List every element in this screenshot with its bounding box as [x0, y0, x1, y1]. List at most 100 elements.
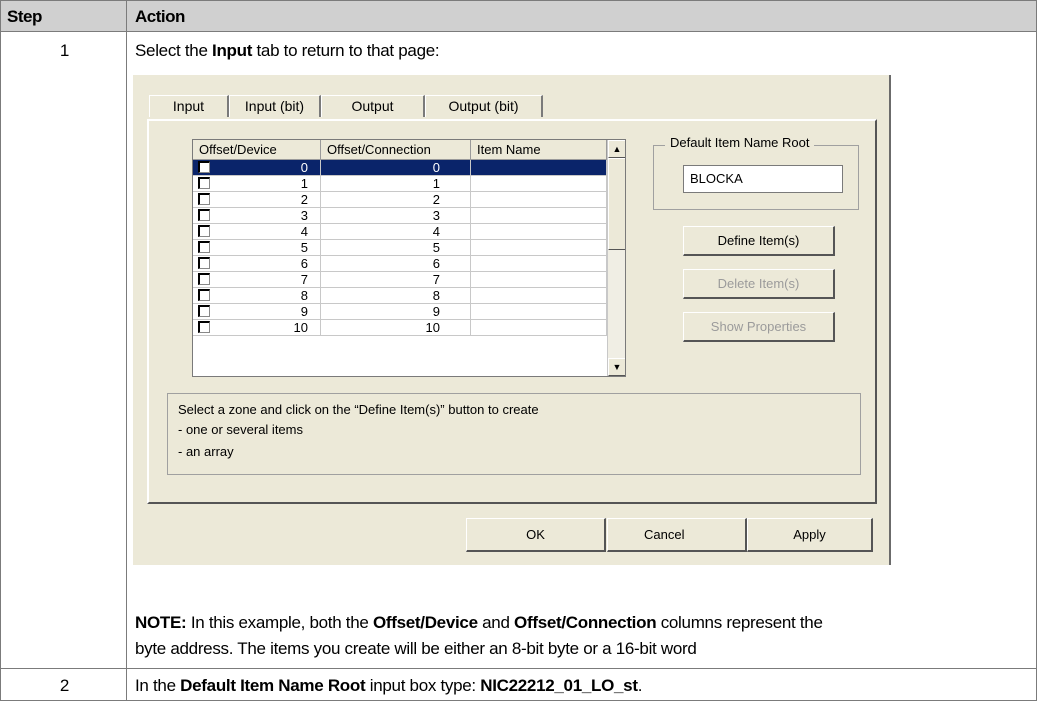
item-name-cell[interactable] [471, 192, 607, 208]
offset-device-cell[interactable]: 7 [193, 272, 321, 288]
scroll-up-arrow-icon[interactable]: ▲ [608, 140, 625, 158]
step-header-label: Step [7, 7, 42, 26]
row-checkbox-icon[interactable] [198, 305, 210, 317]
row-checkbox-icon[interactable] [198, 177, 210, 189]
offset-connection-cell[interactable]: 1 [321, 176, 471, 192]
offset-device-cell[interactable]: 4 [193, 224, 321, 240]
item-name-cell[interactable] [471, 256, 607, 272]
offset-connection-cell[interactable]: 7 [321, 272, 471, 288]
note-bold: Offset/Connection [514, 613, 657, 632]
item-name-cell[interactable] [471, 208, 607, 224]
item-name-cell[interactable] [471, 304, 607, 320]
table-row[interactable]: 22 [193, 192, 607, 208]
offset-connection-cell[interactable]: 10 [321, 320, 471, 336]
offset-connection-cell[interactable]: 4 [321, 224, 471, 240]
item-name-cell[interactable] [471, 272, 607, 288]
offset-connection-cell[interactable]: 6 [321, 256, 471, 272]
note-text: columns represent the [656, 613, 823, 632]
offset-device-cell[interactable]: 9 [193, 304, 321, 320]
row-checkbox-icon[interactable] [198, 241, 210, 253]
column-header-item-name[interactable]: Item Name [471, 140, 607, 160]
define-items-button[interactable]: Define Item(s) [683, 226, 835, 256]
table-row[interactable]: 33 [193, 208, 607, 224]
note-text: In this example, both the [186, 613, 373, 632]
hint-line-2: - one or several items [178, 422, 303, 437]
step-cell-2: 2 [0, 668, 127, 701]
step-column-header: Step [0, 0, 127, 32]
instruction-bold: Input [212, 41, 253, 60]
row-checkbox-icon[interactable] [198, 161, 210, 173]
offset-device-cell[interactable]: 1 [193, 176, 321, 192]
table-row[interactable]: 00 [193, 160, 607, 176]
step-number-2: 2 [59, 676, 70, 695]
row-checkbox-icon[interactable] [198, 289, 210, 301]
tab-input-label: Input [172, 98, 205, 114]
note-line-1: NOTE: In this example, both the Offset/D… [135, 610, 823, 636]
row-checkbox-icon[interactable] [198, 257, 210, 269]
item-name-cell[interactable] [471, 224, 607, 240]
item-name-cell[interactable] [471, 288, 607, 304]
row-checkbox-icon[interactable] [198, 273, 210, 285]
cancel-button[interactable]: Cancel [607, 518, 747, 552]
table-row[interactable]: 11 [193, 176, 607, 192]
offset-device-cell[interactable]: 0 [193, 160, 321, 176]
tab-input-bit-label: Input (bit) [244, 98, 305, 114]
table-row[interactable]: 55 [193, 240, 607, 256]
item-name-cell[interactable] [471, 240, 607, 256]
table-row[interactable]: 88 [193, 288, 607, 304]
offset-connection-cell[interactable]: 8 [321, 288, 471, 304]
column-header-offset-device[interactable]: Offset/Device [193, 140, 321, 160]
grid-scrollbar[interactable]: ▲ ▼ [607, 140, 625, 376]
tab-input[interactable]: Input [149, 95, 229, 117]
ok-button[interactable]: OK [466, 518, 606, 552]
offset-connection-cell[interactable]: 0 [321, 160, 471, 176]
table-row[interactable]: 99 [193, 304, 607, 320]
table-row[interactable]: 44 [193, 224, 607, 240]
offset-device-cell[interactable]: 5 [193, 240, 321, 256]
scroll-down-arrow-icon[interactable]: ▼ [608, 358, 625, 376]
column-header-offset-connection[interactable]: Offset/Connection [321, 140, 471, 160]
action-column-header: Action [126, 0, 1037, 32]
tab-output-bit-label: Output (bit) [448, 98, 519, 114]
item-name-cell[interactable] [471, 176, 607, 192]
offset-device-cell[interactable]: 3 [193, 208, 321, 224]
item-name-cell[interactable] [471, 320, 607, 336]
row-checkbox-icon[interactable] [198, 321, 210, 333]
tab-panel-input: Offset/Device Offset/Connection Item Nam… [147, 119, 877, 504]
scrollbar-thumb[interactable] [608, 158, 625, 250]
tab-input-bit[interactable]: Input (bit) [229, 95, 321, 117]
tab-output[interactable]: Output [321, 95, 425, 117]
delete-items-button[interactable]: Delete Item(s) [683, 269, 835, 299]
note-line-2: byte address. The items you create will … [135, 639, 697, 658]
hint-box: Select a zone and click on the “Define I… [167, 393, 861, 475]
row-checkbox-icon[interactable] [198, 193, 210, 205]
offset-device-cell[interactable]: 2 [193, 192, 321, 208]
offset-connection-cell[interactable]: 9 [321, 304, 471, 320]
instruction-text: . [637, 676, 643, 695]
offset-connection-cell[interactable]: 5 [321, 240, 471, 256]
offset-device-cell[interactable]: 6 [193, 256, 321, 272]
item-name-cell[interactable] [471, 160, 607, 176]
dialog-edge [889, 75, 891, 565]
default-item-name-root-input[interactable]: BLOCKA [683, 165, 843, 193]
io-items-dialog: Input Input (bit) Output Output (bit) Of… [133, 75, 891, 565]
table-row[interactable]: 10 10 [193, 320, 607, 336]
offset-connection-cell[interactable]: 2 [321, 192, 471, 208]
table-row[interactable]: 77 [193, 272, 607, 288]
offset-connection-cell[interactable]: 3 [321, 208, 471, 224]
instruction-text: tab to return to that page: [252, 41, 440, 60]
step-number-1: 1 [59, 41, 70, 60]
apply-button[interactable]: Apply [747, 518, 873, 552]
row-checkbox-icon[interactable] [198, 225, 210, 237]
offset-device-cell[interactable]: 8 [193, 288, 321, 304]
tab-output-bit[interactable]: Output (bit) [425, 95, 543, 117]
items-grid[interactable]: Offset/Device Offset/Connection Item Nam… [192, 139, 626, 377]
show-properties-button[interactable]: Show Properties [683, 312, 835, 342]
instruction-text: In the [135, 676, 181, 695]
instruction-text: Select the [135, 41, 213, 60]
note-bold: Offset/Device [372, 613, 478, 632]
table-row[interactable]: 66 [193, 256, 607, 272]
step-cell-1: 1 [0, 31, 127, 669]
row-checkbox-icon[interactable] [198, 209, 210, 221]
offset-device-cell[interactable]: 10 [193, 320, 321, 336]
